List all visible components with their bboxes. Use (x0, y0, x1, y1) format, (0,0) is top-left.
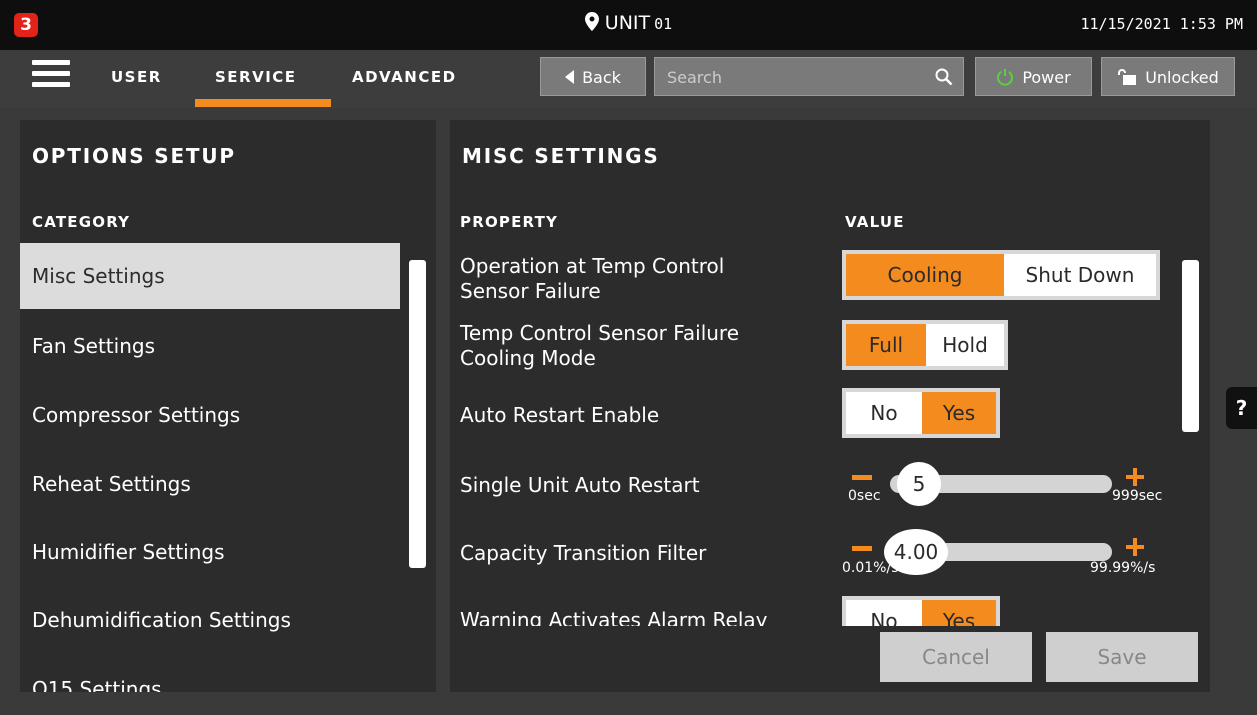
property-label-line: Cooling Mode (460, 346, 596, 370)
unlock-icon (1117, 60, 1137, 99)
category-item-fan-settings[interactable]: Fan Settings (20, 313, 400, 379)
unlock-button[interactable]: Unlocked (1101, 57, 1235, 96)
slider-max-label: 99.99%/s (1090, 560, 1156, 576)
option-no[interactable]: No (846, 600, 922, 626)
options-setup-panel: OPTIONS SETUP CATEGORY Misc Settings Fan… (20, 120, 436, 692)
search-placeholder: Search (667, 68, 722, 87)
unit-indicator: UNIT 01 (0, 12, 1257, 36)
settings-scrollbar[interactable] (1182, 260, 1199, 432)
power-button[interactable]: Power (975, 57, 1092, 96)
misc-settings-title: MISC SETTINGS (462, 144, 660, 168)
cancel-button[interactable]: Cancel (880, 632, 1032, 682)
unlock-label: Unlocked (1145, 68, 1219, 87)
help-icon[interactable]: ? (1226, 387, 1257, 429)
property-label-line: Temp Control Sensor Failure (460, 321, 740, 345)
tab-advanced[interactable]: ADVANCED (352, 68, 457, 86)
nav-bar: USER SERVICE ADVANCED Back Search Power … (0, 50, 1257, 108)
slider-max-label: 999sec (1112, 488, 1163, 504)
property-column-header: PROPERTY (460, 213, 559, 231)
hamburger-menu-icon[interactable] (32, 60, 70, 90)
increment-icon-stem (1133, 538, 1137, 556)
category-item-q15-settings[interactable]: Q15 Settings (20, 656, 400, 692)
property-label: Capacity Transition Filter (460, 541, 707, 565)
category-item-misc-settings[interactable]: Misc Settings (20, 243, 400, 309)
increment-icon-stem (1133, 468, 1137, 486)
category-scrollbar[interactable] (409, 260, 426, 568)
power-icon (996, 61, 1014, 100)
property-label: Temp Control Sensor Failure Cooling Mode (460, 321, 830, 371)
back-label: Back (582, 68, 621, 87)
property-label-line: Sensor Failure (460, 279, 601, 303)
back-arrow-icon (565, 59, 575, 98)
category-item-compressor-settings[interactable]: Compressor Settings (20, 382, 400, 448)
save-button[interactable]: Save (1046, 632, 1198, 682)
auto-restart-enable-toggle[interactable]: No Yes (842, 388, 1000, 438)
active-tab-indicator (195, 99, 331, 107)
value-column-header: VALUE (845, 213, 905, 231)
row-clip: Warning Activates Alarm Relay No Yes (450, 590, 1200, 626)
option-no[interactable]: No (846, 392, 922, 434)
back-button[interactable]: Back (540, 57, 646, 96)
decrement-icon[interactable] (852, 475, 872, 480)
tab-user[interactable]: USER (111, 68, 162, 86)
location-pin-icon (584, 12, 599, 36)
option-yes[interactable]: Yes (922, 600, 996, 626)
category-item-humidifier-settings[interactable]: Humidifier Settings (20, 519, 400, 585)
option-shut-down[interactable]: Shut Down (1004, 254, 1156, 296)
slider-min-label: 0.01%/s (842, 560, 899, 576)
category-item-reheat-settings[interactable]: Reheat Settings (20, 451, 400, 517)
unit-number: 01 (654, 15, 673, 33)
property-label-line: Operation at Temp Control (460, 254, 725, 278)
misc-settings-panel: MISC SETTINGS PROPERTY VALUE Operation a… (450, 120, 1210, 692)
power-label: Power (1022, 68, 1071, 87)
property-label: Operation at Temp Control Sensor Failure (460, 254, 830, 304)
tab-service[interactable]: SERVICE (215, 68, 297, 86)
property-label: Warning Activates Alarm Relay (460, 608, 768, 626)
search-input[interactable]: Search (654, 57, 964, 96)
option-full[interactable]: Full (846, 324, 926, 366)
datetime: 11/15/2021 1:53 PM (1080, 15, 1243, 33)
slider-min-label: 0sec (848, 488, 881, 504)
screen: 3 UNIT 01 11/15/2021 1:53 PM USER SERVICE… (0, 0, 1257, 715)
category-column-header: CATEGORY (32, 213, 131, 231)
option-hold[interactable]: Hold (926, 324, 1004, 366)
option-yes[interactable]: Yes (922, 392, 996, 434)
warning-alarm-relay-toggle[interactable]: No Yes (842, 596, 1000, 626)
auto-restart-slider-knob[interactable]: 5 (897, 462, 941, 506)
decrement-icon[interactable] (852, 546, 872, 551)
status-bar: 3 UNIT 01 11/15/2021 1:53 PM (0, 0, 1257, 50)
sensor-failure-cooling-mode-toggle[interactable]: Full Hold (842, 320, 1008, 370)
sensor-failure-operation-toggle[interactable]: Cooling Shut Down (842, 250, 1160, 300)
category-item-dehumidification-settings[interactable]: Dehumidification Settings (20, 587, 400, 653)
unit-label: UNIT (604, 12, 651, 34)
property-label: Auto Restart Enable (460, 403, 660, 427)
option-cooling[interactable]: Cooling (846, 254, 1004, 296)
property-label: Single Unit Auto Restart (460, 473, 700, 497)
search-icon (935, 58, 953, 97)
options-setup-title: OPTIONS SETUP (32, 144, 236, 168)
